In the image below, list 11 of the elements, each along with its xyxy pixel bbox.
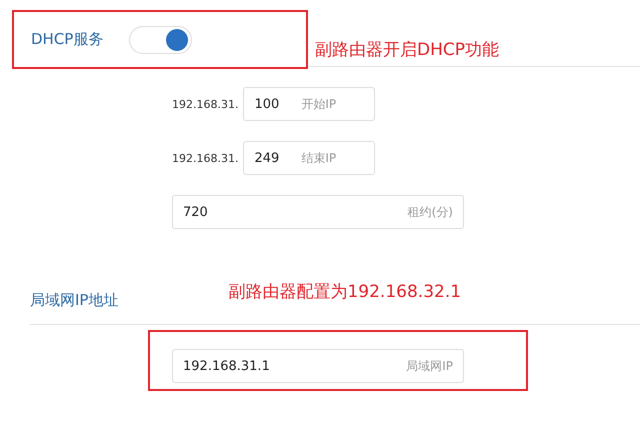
input-field[interactable]: 249 结束IP: [243, 141, 376, 175]
ip-prefix: 192.168.31.: [172, 98, 238, 110]
section-title: 局域网IP地址: [30, 291, 118, 310]
annotation-text: 副路由器配置为192.168.32.1: [228, 281, 462, 303]
input-field[interactable]: 192.168.31.1 局域网IP: [172, 349, 464, 383]
input-field[interactable]: 100 开始IP: [243, 87, 376, 121]
input-field[interactable]: 720 租约(分): [172, 195, 464, 229]
dhcp-label: DHCP服务: [31, 30, 104, 49]
annotation-text: 副路由器开启DHCP功能: [315, 39, 499, 61]
ip-prefix: 192.168.31.: [172, 152, 238, 164]
dhcp-toggle[interactable]: [129, 26, 192, 54]
